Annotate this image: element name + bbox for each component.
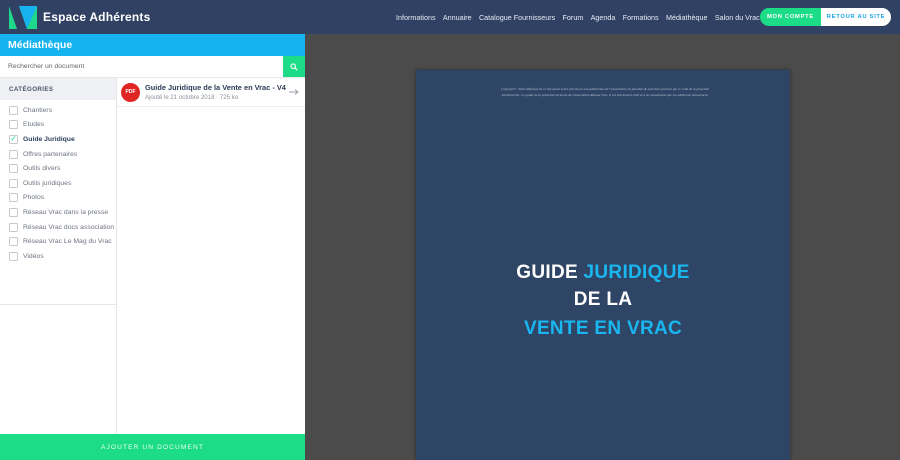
checkbox-checked[interactable]: ✓ <box>9 134 18 144</box>
nav-item-informations[interactable]: Informations <box>396 13 436 22</box>
document-added-date: Ajouté le 21 octobre 2018 <box>145 94 215 101</box>
document-item[interactable]: PDF Guide Juridique de la Vente en Vrac … <box>117 78 305 107</box>
category-photos[interactable]: Photos <box>0 191 116 206</box>
cover-word-juridique: JURIDIQUE <box>583 262 690 283</box>
checkbox[interactable] <box>9 237 18 247</box>
category-label: Outils juridiques <box>23 179 72 187</box>
checkbox[interactable] <box>9 207 18 217</box>
category-offres-partenaires[interactable]: Offres partenaires <box>0 147 116 162</box>
category-label: Chantiers <box>23 106 53 114</box>
search-icon <box>290 62 298 71</box>
category-label: Outils divers <box>23 165 61 173</box>
panel-header: Médiathèque <box>0 34 305 56</box>
checkbox[interactable] <box>9 193 18 203</box>
cover-title-line-2: DE LA <box>573 289 633 310</box>
divider <box>0 304 117 305</box>
checkbox[interactable] <box>9 178 18 188</box>
category-label: Vidéos <box>23 252 44 260</box>
copyright-notice: Copyright© Toute diffusion de ce documen… <box>501 87 709 97</box>
categories-heading: CATÉGORIES <box>0 78 116 100</box>
categories-list: CATÉGORIES Chantiers Etudes ✓ Guide Jurid… <box>0 78 117 438</box>
back-to-site-button[interactable]: RETOUR AU SITE <box>821 8 891 26</box>
document-title: Guide Juridique de la Vente en Vrac - V4 <box>145 83 286 92</box>
nav-item-catalogue-fournisseurs[interactable]: Catalogue Fournisseurs <box>479 13 555 22</box>
checkbox[interactable] <box>9 149 18 159</box>
nav-item-agenda[interactable]: Agenda <box>591 13 616 22</box>
category-chantiers[interactable]: Chantiers <box>0 103 116 118</box>
checkbox[interactable] <box>9 105 18 115</box>
category-outils-juridiques[interactable]: Outils juridiques <box>0 176 116 191</box>
search-bar <box>0 56 305 78</box>
account-button-group: MON COMPTE RETOUR AU SITE <box>760 8 891 26</box>
brand-name: Espace Adhérents <box>43 10 151 24</box>
category-label: Réseau Vrac docs association <box>23 223 115 231</box>
checkbox[interactable] <box>9 251 18 261</box>
document-size: 725 ko <box>219 94 239 101</box>
cover-word-guide: GUIDE <box>516 262 578 283</box>
pdf-icon: PDF <box>121 82 140 102</box>
checkbox[interactable] <box>9 222 18 232</box>
pdf-page: Copyright© Toute diffusion de ce documen… <box>416 70 790 460</box>
search-input[interactable] <box>0 56 283 77</box>
nav-item-salon-du-vrac[interactable]: Salon du Vrac <box>715 13 760 22</box>
documents-list: PDF Guide Juridique de la Vente en Vrac … <box>117 78 305 438</box>
brand[interactable]: Espace Adhérents <box>0 0 150 34</box>
checkbox[interactable] <box>9 164 18 174</box>
panel-title: Médiathèque <box>8 39 73 51</box>
category-reseau-vrac-presse[interactable]: Réseau Vrac dans la presse <box>0 205 116 220</box>
nav-item-formations[interactable]: Formations <box>623 13 659 22</box>
category-reseau-vrac-mag[interactable]: Réseau Vrac Le Mag du Vrac <box>0 234 116 249</box>
nav-item-annuaire[interactable]: Annuaire <box>443 13 472 22</box>
category-videos[interactable]: Vidéos <box>0 249 116 264</box>
cover-title-line-3: VENTE EN VRAC <box>523 318 683 339</box>
category-label: Offres partenaires <box>23 150 78 158</box>
category-label: Réseau Vrac Le Mag du Vrac <box>23 238 112 246</box>
category-guide-juridique[interactable]: ✓ Guide Juridique <box>0 132 116 147</box>
add-document-button[interactable]: AJOUTER UN DOCUMENT <box>0 434 305 460</box>
category-label: Etudes <box>23 121 45 129</box>
espace-adherents-logo-icon <box>9 5 37 29</box>
document-meta: Ajouté le 21 octobre 2018 · 725 ko <box>145 94 288 101</box>
main-nav: Informations Annuaire Catalogue Fourniss… <box>396 0 767 34</box>
my-account-button[interactable]: MON COMPTE <box>760 8 821 26</box>
nav-item-forum[interactable]: Forum <box>563 13 584 22</box>
search-button[interactable] <box>283 56 305 77</box>
media-library-panel: Médiathèque CATÉGORIES Chantiers Etudes … <box>0 34 305 460</box>
top-navbar: Espace Adhérents Informations Annuaire C… <box>0 0 900 34</box>
category-outils-divers[interactable]: Outils divers <box>0 161 116 176</box>
category-etudes[interactable]: Etudes <box>0 118 116 133</box>
category-reseau-vrac-docs[interactable]: Réseau Vrac docs association <box>0 220 116 235</box>
category-label: Guide Juridique <box>23 135 75 143</box>
arrow-right-icon[interactable] <box>288 88 300 96</box>
checkbox[interactable] <box>9 120 18 130</box>
checkmark-icon: ✓ <box>10 134 17 144</box>
cover-title-line-1: GUIDE JURIDIQUE <box>416 262 790 284</box>
nav-item-mediatheque[interactable]: Médiathèque <box>666 13 708 22</box>
category-label: Réseau Vrac dans la presse <box>23 208 109 216</box>
category-label: Photos <box>23 194 45 202</box>
document-viewer: Copyright© Toute diffusion de ce documen… <box>305 34 900 460</box>
